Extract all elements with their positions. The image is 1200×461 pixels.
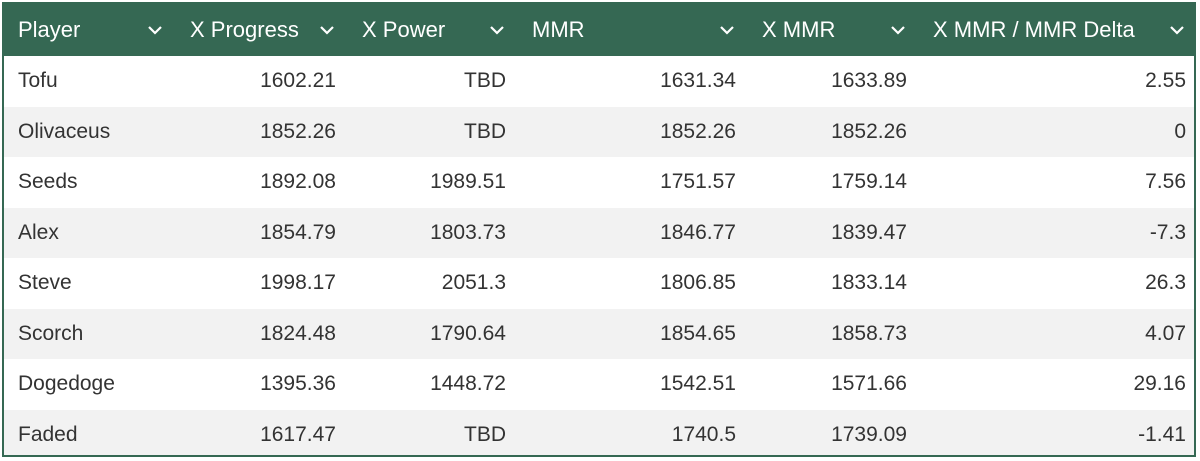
- cell-x-power: TBD: [464, 69, 506, 93]
- cell-x-progress: 1602.21: [260, 69, 336, 93]
- column-header-label: Player: [18, 17, 81, 42]
- cell-player: Tofu: [18, 69, 58, 93]
- column-header-x-mmr-mmr-delta[interactable]: X MMR / MMR Delta: [919, 4, 1194, 56]
- cell-mmr: 1740.5: [671, 422, 736, 446]
- cell-x-mmr: 1839.47: [831, 220, 907, 244]
- chevron-down-icon[interactable]: [318, 21, 336, 39]
- chevron-down-icon[interactable]: [718, 21, 736, 39]
- cell-x-progress: 1854.79: [260, 220, 336, 244]
- cell-x-progress: 1395.36: [260, 372, 336, 396]
- cell-mmr: 1631.34: [660, 69, 736, 93]
- column-header-mmr[interactable]: MMR: [518, 4, 748, 56]
- cell-player: Steve: [18, 271, 72, 295]
- cell-delta: 7.56: [1145, 170, 1186, 194]
- data-table-container: Player X Progress X Power MMR X MMR X MM…: [2, 2, 1196, 457]
- column-header-label: X Power: [362, 17, 446, 42]
- chevron-down-icon[interactable]: [146, 21, 164, 39]
- table-row: Alex 1854.79 1803.73 1846.77 1839.47 -7.…: [4, 207, 1194, 258]
- cell-x-mmr: 1833.14: [831, 271, 907, 295]
- column-header-label: MMR: [532, 17, 585, 42]
- table-row: Scorch 1824.48 1790.64 1854.65 1858.73 4…: [4, 308, 1194, 359]
- cell-mmr: 1854.65: [660, 321, 736, 345]
- cell-x-power: TBD: [464, 119, 506, 143]
- chevron-down-icon[interactable]: [1168, 21, 1186, 39]
- cell-delta: -7.3: [1149, 220, 1186, 244]
- cell-x-progress: 1852.26: [260, 119, 336, 143]
- cell-player: Seeds: [18, 170, 78, 194]
- column-header-player[interactable]: Player: [4, 4, 176, 56]
- cell-x-mmr: 1571.66: [831, 372, 907, 396]
- cell-player: Faded: [18, 422, 78, 446]
- cell-x-power: 1803.73: [430, 220, 506, 244]
- cell-x-power: TBD: [464, 422, 506, 446]
- cell-x-progress: 1998.17: [260, 271, 336, 295]
- cell-player: Alex: [18, 220, 59, 244]
- cell-x-power: 1448.72: [430, 372, 506, 396]
- column-header-x-power[interactable]: X Power: [348, 4, 518, 56]
- cell-delta: 0: [1174, 119, 1186, 143]
- table-row: Faded 1617.47 TBD 1740.5 1739.09 -1.41: [4, 409, 1194, 455]
- cell-delta: 2.55: [1145, 69, 1186, 93]
- chevron-down-icon[interactable]: [889, 21, 907, 39]
- player-stats-table: Player X Progress X Power MMR X MMR X MM…: [4, 4, 1194, 455]
- cell-mmr: 1751.57: [660, 170, 736, 194]
- cell-x-mmr: 1739.09: [831, 422, 907, 446]
- cell-x-mmr: 1852.26: [831, 119, 907, 143]
- cell-x-mmr: 1759.14: [831, 170, 907, 194]
- cell-mmr: 1852.26: [660, 119, 736, 143]
- table-row: Seeds 1892.08 1989.51 1751.57 1759.14 7.…: [4, 157, 1194, 208]
- cell-x-progress: 1617.47: [260, 422, 336, 446]
- column-header-label: X MMR / MMR Delta: [933, 17, 1135, 42]
- table-row: Steve 1998.17 2051.3 1806.85 1833.14 26.…: [4, 258, 1194, 309]
- cell-x-progress: 1892.08: [260, 170, 336, 194]
- cell-x-mmr: 1858.73: [831, 321, 907, 345]
- cell-delta: 4.07: [1145, 321, 1186, 345]
- cell-mmr: 1846.77: [660, 220, 736, 244]
- cell-delta: 29.16: [1133, 372, 1186, 396]
- cell-delta: -1.41: [1138, 422, 1186, 446]
- table-row: Dogedoge 1395.36 1448.72 1542.51 1571.66…: [4, 359, 1194, 410]
- column-header-label: X MMR: [762, 17, 836, 42]
- cell-mmr: 1542.51: [660, 372, 736, 396]
- cell-x-power: 1790.64: [430, 321, 506, 345]
- cell-delta: 26.3: [1145, 271, 1186, 295]
- cell-player: Olivaceus: [18, 119, 111, 143]
- cell-player: Dogedoge: [18, 372, 115, 396]
- cell-mmr: 1806.85: [660, 271, 736, 295]
- cell-player: Scorch: [18, 321, 84, 345]
- table-row: Tofu 1602.21 TBD 1631.34 1633.89 2.55: [4, 56, 1194, 107]
- cell-x-power: 1989.51: [430, 170, 506, 194]
- cell-x-mmr: 1633.89: [831, 69, 907, 93]
- column-header-x-mmr[interactable]: X MMR: [748, 4, 919, 56]
- chevron-down-icon[interactable]: [488, 21, 506, 39]
- cell-x-progress: 1824.48: [260, 321, 336, 345]
- column-header-x-progress[interactable]: X Progress: [176, 4, 348, 56]
- table-row: Olivaceus 1852.26 TBD 1852.26 1852.26 0: [4, 106, 1194, 157]
- cell-x-power: 2051.3: [441, 271, 506, 295]
- column-header-label: X Progress: [190, 17, 299, 42]
- header-row: Player X Progress X Power MMR X MMR X MM…: [4, 4, 1194, 56]
